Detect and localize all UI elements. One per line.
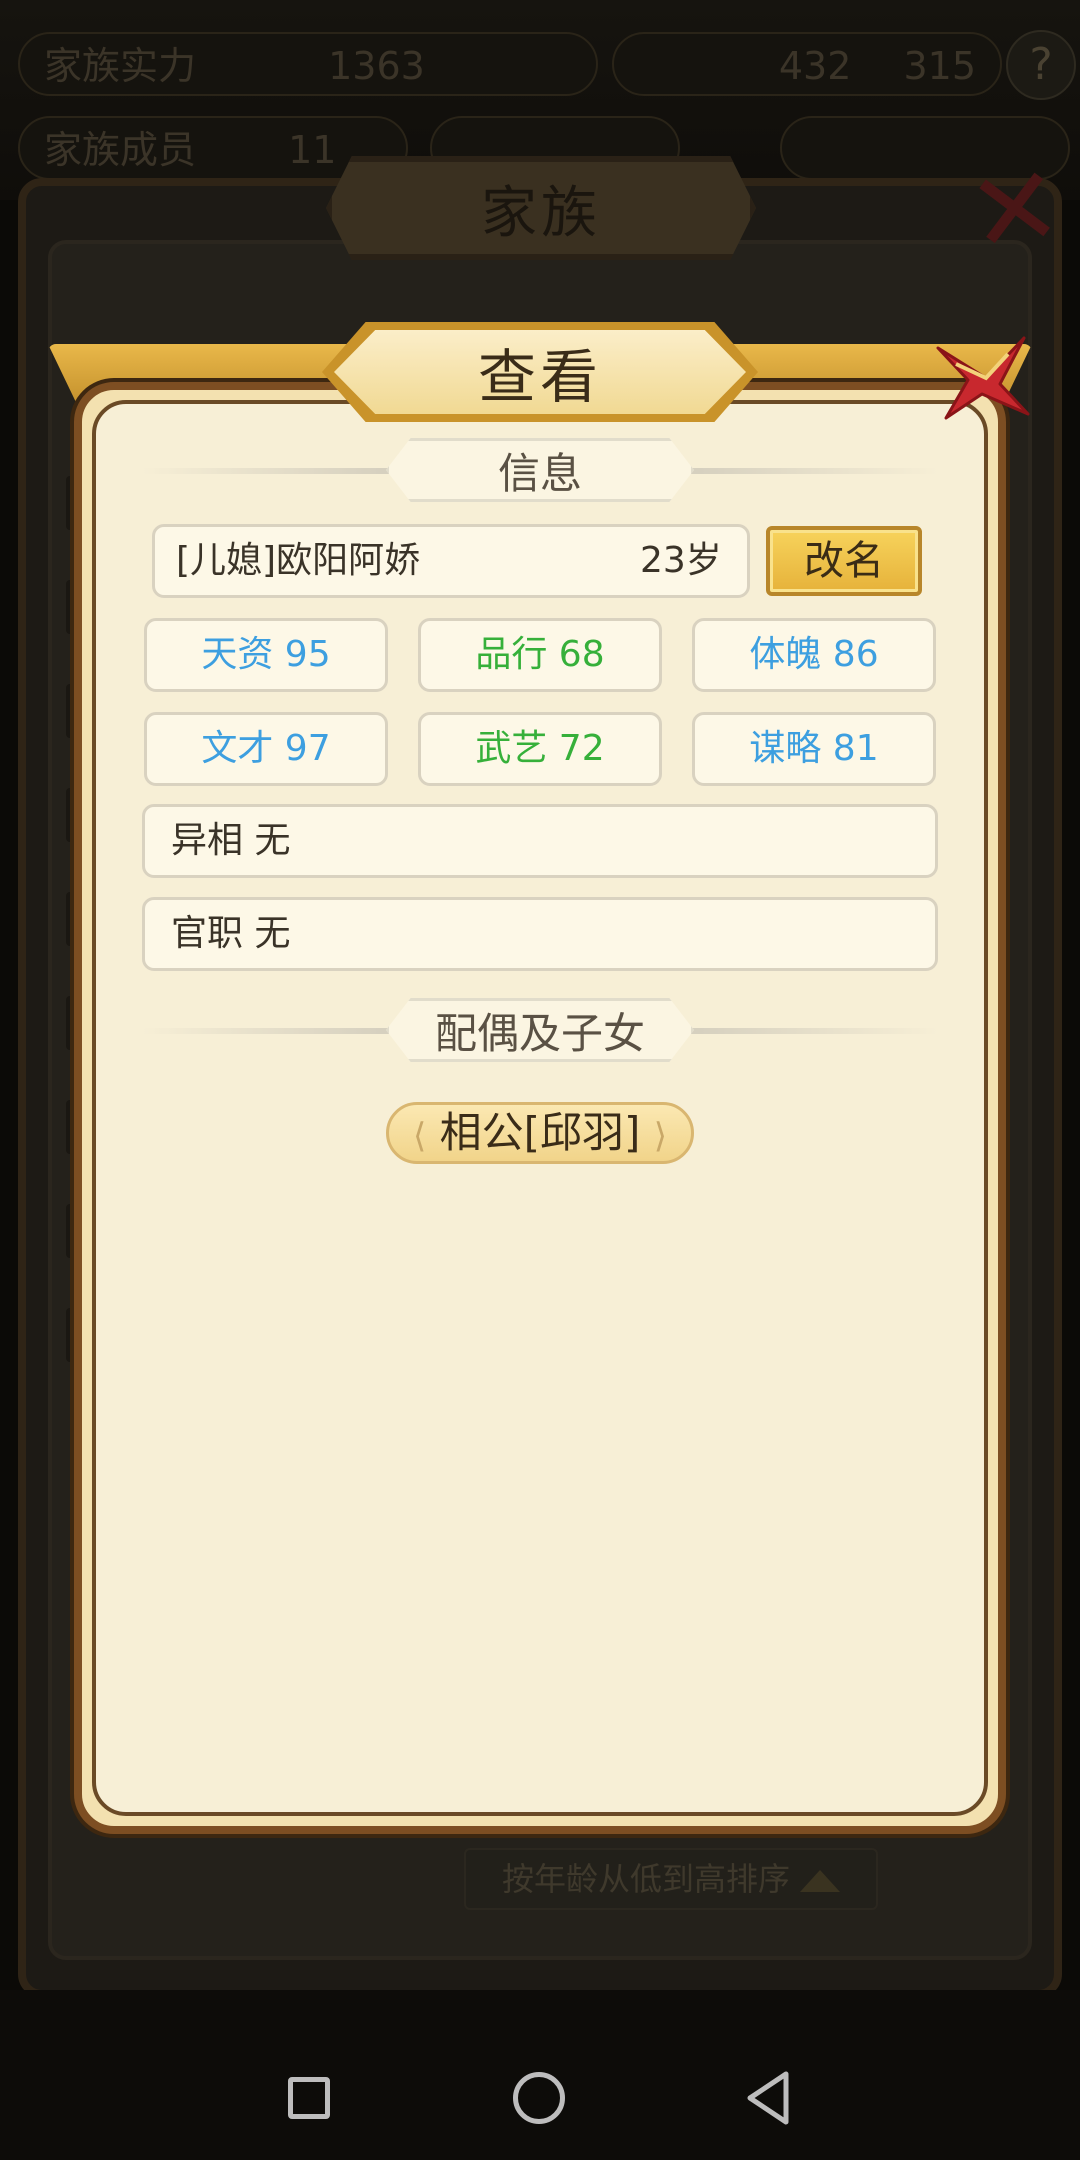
official-post-field: 官职 无 [142,897,938,971]
stat-talent: 天资 95 [144,618,388,692]
member-age: 23岁 [640,540,722,581]
home-icon[interactable] [513,2072,565,2124]
stat-morality: 品行 68 [418,618,662,692]
info-section-title: 信息 [386,438,694,502]
spouse-button[interactable]: ⟨ 相公[邱羽] ⟩ [386,1102,694,1164]
left-chevron-icon: ⟨ [412,1116,427,1156]
spouse-button-label: 相公[邱羽] [439,1108,641,1157]
stat-literary: 文才 97 [144,712,388,786]
rename-button[interactable]: 改名 [766,526,922,596]
background-family-power: 家族实力 1363 [18,32,598,96]
background-family-power-label: 家族实力 [44,44,197,88]
back-icon[interactable] [744,2070,792,2126]
background-window-title: 家族 [326,156,756,260]
background-help-icon: ? [1006,30,1076,100]
special-trait-field: 异相 无 [142,804,938,878]
background-resource-a: 432 [778,44,852,88]
family-section-title: 配偶及子女 [386,998,694,1062]
stat-martial: 武艺 72 [418,712,662,786]
background-family-member-label: 家族成员 [44,128,197,172]
dialog-title: 查看 [334,330,746,414]
right-chevron-icon: ⟩ [653,1116,668,1156]
stat-strategy: 谋略 81 [692,712,936,786]
background-sort-button: 按年龄从低到高排序 [464,1848,878,1910]
background-sort-label: 按年龄从低到高排序 [501,1860,790,1898]
sort-up-arrow-icon [800,1870,840,1892]
member-name: [儿媳]欧阳阿娇 [176,540,421,581]
background-resources: 432 315 [612,32,1002,96]
background-family-member-value: 11 [288,128,337,172]
stat-physique: 体魄 86 [692,618,936,692]
background-close-icon: ✕ [960,140,1070,280]
close-icon[interactable] [916,318,1036,428]
recent-apps-icon[interactable] [288,2077,330,2119]
background-resource-b: 315 [903,44,976,88]
background-family-power-value: 1363 [328,44,425,88]
